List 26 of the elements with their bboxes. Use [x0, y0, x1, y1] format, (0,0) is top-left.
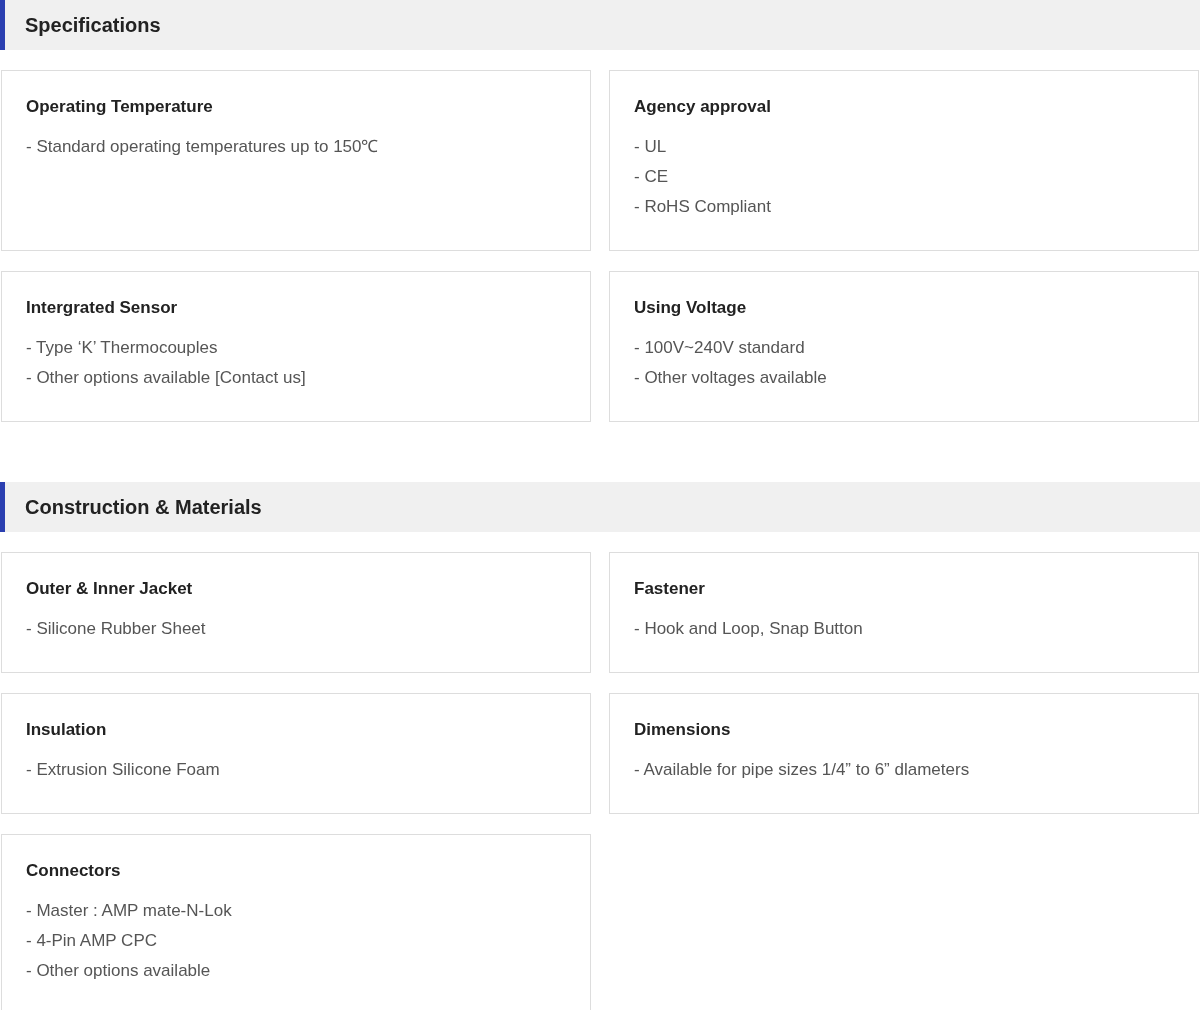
card-title: Outer & Inner Jacket — [26, 578, 194, 600]
spec-item: - Type ‘K’ Thermocouples — [26, 337, 219, 359]
card-title: Agency approval — [634, 96, 772, 118]
spec-item: - RoHS Compliant — [634, 196, 772, 218]
card-title: Using Voltage — [634, 297, 748, 319]
spec-item: - 4-Pin AMP CPC — [26, 930, 158, 952]
card-title: Intergrated Sensor — [26, 297, 179, 319]
card-title: Dimensions — [634, 719, 732, 741]
spec-item: - 100V~240V standard — [634, 337, 806, 359]
spec-item: - Extrusion Silicone Foam — [26, 759, 221, 781]
spec-item: - Master : AMP mate-N-Lok — [26, 900, 233, 922]
spec-item: - Other options available [Contact us] — [26, 367, 307, 389]
section-title: Construction & Materials — [25, 495, 262, 520]
spec-item: - Silicone Rubber Sheet — [26, 618, 207, 640]
spec-item: - Standard operating temperatures up to 150℃ — [26, 136, 380, 158]
section-title: Specifications — [25, 13, 161, 38]
spec-item: - Hook and Loop, Snap Button — [634, 618, 864, 640]
card-title: Fastener — [634, 578, 706, 600]
spec-item: - Available for pipe sizes 1/4” to 6” dlameters — [634, 759, 971, 781]
card-title: Insulation — [26, 719, 108, 741]
spec-item: - Other options available — [26, 960, 212, 982]
spec-item: - CE — [634, 166, 669, 188]
card-title: Operating Temperature — [26, 96, 214, 118]
spec-item: - UL — [634, 136, 668, 158]
spec-item: - Other voltages available — [634, 367, 828, 389]
card-title: Connectors — [26, 860, 122, 882]
